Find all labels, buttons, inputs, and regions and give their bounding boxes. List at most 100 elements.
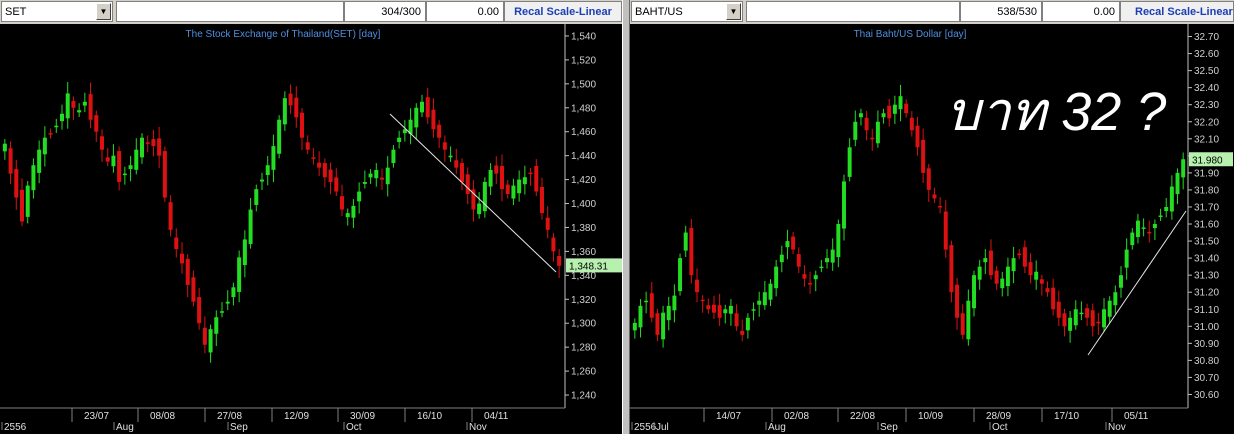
candle-body	[414, 107, 419, 128]
candle-body	[100, 136, 104, 150]
candle-body	[145, 142, 150, 144]
candle-body	[260, 179, 264, 182]
candle-body	[511, 185, 516, 199]
candle-body	[351, 205, 356, 218]
candle-body	[208, 329, 213, 353]
x-tick-label: 30/09	[350, 411, 375, 422]
x-tick-label: 27/08	[217, 411, 242, 422]
candle-body	[1096, 321, 1101, 324]
candle-body	[1158, 215, 1163, 217]
candle-body	[751, 309, 756, 311]
candle-body	[111, 155, 116, 167]
candle-body	[105, 157, 110, 162]
y-tick-label: 1,280	[571, 343, 596, 354]
x-tick-label: 04/11	[484, 411, 509, 422]
y-tick-label: 30.60	[1194, 390, 1219, 401]
candle-body	[745, 317, 750, 331]
y-tick-label: 32.10	[1194, 134, 1219, 145]
candle-body	[808, 283, 813, 285]
y-tick-label: 31.50	[1194, 237, 1219, 248]
recal-label: Recal Scale-Linear	[514, 5, 612, 18]
candle-body	[700, 299, 705, 302]
count-value: 304/300	[381, 5, 421, 18]
y-tick-label: 1,540	[571, 31, 596, 42]
candle-body	[162, 151, 167, 198]
candle-body	[955, 284, 960, 318]
candle-body	[706, 305, 711, 310]
candle-body	[875, 121, 880, 144]
panel-splitter[interactable]	[622, 0, 630, 434]
chevron-down-icon[interactable]: ▼	[96, 3, 111, 20]
x-tick-label: 17/10	[1054, 411, 1079, 422]
candle-body	[921, 139, 926, 173]
candle-body	[1169, 186, 1174, 212]
y-tick-label: 30.70	[1194, 373, 1219, 384]
recal-scale-button-left[interactable]: Recal Scale-Linear	[504, 1, 622, 22]
x-tick-label: 12/09	[284, 411, 309, 422]
candle-body	[37, 149, 42, 173]
candle-body	[25, 185, 30, 217]
candle-body	[237, 257, 242, 292]
candle-body	[813, 275, 818, 280]
set-candlestick-chart[interactable]: The Stock Exchange of Thailand(SET) [day…	[0, 24, 622, 434]
candle-body	[717, 305, 722, 318]
candle-body	[505, 184, 510, 194]
candle-body	[477, 203, 482, 215]
recal-scale-button-right[interactable]: Recal Scale-Linear	[1120, 1, 1234, 22]
candle-body	[128, 165, 133, 170]
candle-body	[271, 146, 276, 170]
plot-area	[0, 24, 565, 408]
chart-title: The Stock Exchange of Thailand(SET) [day…	[186, 29, 381, 40]
candle-body	[494, 165, 499, 174]
y-tick-label: 1,400	[571, 199, 596, 210]
candle-body	[282, 98, 287, 125]
candle-body	[723, 309, 728, 314]
candle-body	[191, 277, 196, 302]
period-label: Aug	[768, 422, 786, 433]
period-label: Nov	[1108, 422, 1126, 433]
candle-body	[197, 297, 202, 324]
period-label: Nov	[469, 422, 487, 433]
candle-body	[819, 266, 824, 269]
candle-body	[887, 105, 892, 119]
y-tick-label: 1,320	[571, 295, 596, 306]
y-tick-label: 1,500	[571, 79, 596, 90]
candle-body	[1085, 308, 1090, 318]
x-tick-label: 08/08	[150, 411, 175, 422]
candle-body	[898, 96, 903, 110]
candle-body	[362, 181, 367, 184]
candle-body	[791, 236, 796, 250]
baht-candlestick-chart[interactable]: Thai Baht/US Dollar [day] 32.70 32.60 32.50…	[630, 24, 1234, 434]
candle-body	[448, 155, 453, 158]
symbol-select-right[interactable]: BAHT/US ▼	[631, 1, 743, 22]
y-tick-label: 1,300	[571, 319, 596, 330]
candle-body	[82, 101, 87, 106]
period-band	[630, 422, 1188, 430]
candle-body	[915, 125, 920, 148]
candle-body	[842, 181, 846, 229]
symbol-value: SET	[5, 5, 27, 18]
candle-body	[1051, 287, 1056, 310]
y-tick-label: 31.80	[1194, 185, 1219, 196]
candle-body	[785, 241, 790, 248]
y-tick-label: 32.60	[1194, 49, 1219, 60]
candle-body	[988, 250, 993, 276]
y-tick-label: 1,520	[571, 55, 596, 66]
candle-body	[1135, 220, 1140, 238]
candle-body	[425, 97, 430, 118]
candle-body	[94, 115, 99, 132]
candle-body	[288, 93, 293, 106]
chevron-down-icon[interactable]: ▼	[726, 3, 741, 20]
value-value: 0.00	[477, 5, 499, 18]
candle-body	[420, 101, 424, 113]
period-label: Aug	[116, 422, 134, 433]
y-tick-label: 1,240	[571, 391, 596, 402]
candle-body	[357, 191, 362, 202]
candle-body	[661, 312, 666, 340]
candle-body	[853, 121, 858, 140]
count-value: 538/530	[997, 5, 1037, 18]
candle-body	[1068, 317, 1073, 331]
symbol-select-left[interactable]: SET ▼	[1, 1, 113, 22]
y-tick-label: 30.80	[1194, 356, 1219, 367]
candle-body	[672, 295, 677, 311]
